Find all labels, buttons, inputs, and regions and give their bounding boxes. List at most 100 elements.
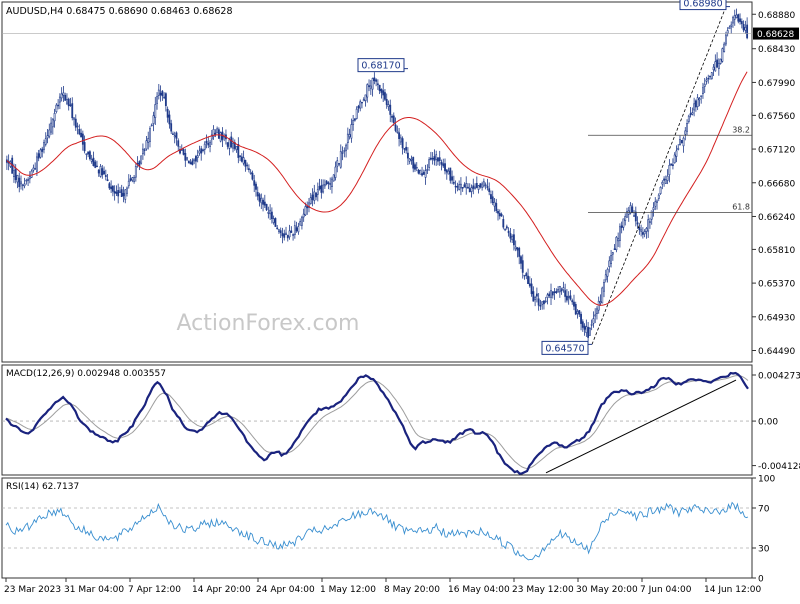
candle-body	[456, 186, 459, 188]
candle-body	[401, 138, 404, 149]
candle-body	[232, 143, 234, 149]
candle-body	[490, 194, 492, 200]
candle-body	[491, 196, 494, 203]
candle-body	[664, 179, 667, 184]
candle-body	[30, 170, 33, 178]
candle-body	[230, 136, 233, 148]
candle-body	[92, 157, 95, 166]
price-tick-label: 0.67990	[758, 79, 795, 89]
candle-body	[154, 104, 157, 118]
candle-body	[512, 234, 515, 246]
candle-body	[730, 24, 733, 27]
candle-body	[269, 209, 272, 215]
candle-body	[714, 61, 717, 72]
candle-body	[606, 268, 609, 277]
candle-body	[260, 197, 263, 204]
rsi-tick-label: 70	[758, 505, 770, 515]
candle-body	[435, 154, 438, 160]
candle-body	[80, 132, 83, 138]
candle-body	[509, 233, 512, 239]
candle-body	[686, 123, 688, 132]
candle-body	[740, 21, 743, 25]
candle-body	[170, 123, 173, 132]
time-tick-label: 1 May 12:00	[320, 585, 376, 595]
candle-body	[217, 129, 220, 139]
candle-body	[175, 132, 178, 139]
candle-body	[548, 293, 551, 297]
candle-body	[202, 149, 204, 151]
candle-body	[64, 95, 67, 101]
candle-body	[679, 139, 681, 145]
candle-body	[387, 104, 390, 107]
candle-body	[108, 183, 111, 189]
price-layer: 38.2 61.8	[2, 6, 752, 345]
candle-body	[440, 161, 443, 165]
candle-body	[412, 157, 415, 169]
candle-body	[638, 227, 641, 231]
swing-trend-dashed	[591, 6, 727, 345]
candle-body	[498, 212, 501, 217]
candle-body	[382, 90, 385, 96]
candle-body	[414, 164, 416, 170]
candle-body	[652, 207, 655, 211]
candle-body	[571, 300, 574, 303]
candle-body	[368, 85, 370, 87]
swing-label: 0.64570	[545, 343, 584, 354]
candle-body	[286, 235, 289, 239]
candle-body	[214, 132, 217, 135]
candle-body	[318, 185, 321, 190]
candle-body	[398, 132, 401, 140]
rsi-tick-label: 30	[758, 545, 770, 555]
candle-body	[698, 98, 701, 101]
candle-body	[161, 90, 164, 97]
candle-body	[663, 178, 666, 181]
candle-body	[168, 114, 171, 125]
candle-body	[396, 130, 399, 133]
candle-body	[618, 226, 621, 241]
candle-body	[617, 238, 620, 242]
candle-body	[253, 180, 256, 186]
candle-body	[28, 176, 31, 180]
time-tick-label: 14 Apr 20:00	[192, 585, 251, 595]
macd-tick-label: 0.004273	[758, 371, 800, 381]
watermark: ActionForex.com	[177, 311, 360, 336]
candle-body	[666, 175, 669, 181]
candle-body	[415, 167, 418, 169]
candle-body	[200, 148, 203, 154]
candle-body	[320, 185, 323, 193]
candle-body	[369, 85, 372, 89]
candle-body	[300, 216, 303, 226]
candle-body	[737, 14, 740, 22]
candle-body	[631, 206, 634, 214]
candle-body	[732, 17, 734, 24]
candle-body	[309, 197, 312, 204]
candle-body	[164, 93, 167, 107]
time-tick-label: 24 Apr 04:00	[256, 585, 315, 595]
candle-body	[76, 125, 79, 128]
candle-body	[636, 222, 639, 225]
candle-body	[640, 229, 643, 232]
candle-body	[656, 200, 658, 203]
candle-body	[21, 184, 24, 187]
candle-body	[560, 289, 563, 292]
candle-body	[62, 92, 65, 96]
candle-body	[530, 283, 533, 295]
candle-body	[537, 298, 540, 306]
price-tick-label: 0.66240	[758, 213, 795, 223]
candle-body	[647, 219, 650, 232]
candle-body	[422, 172, 425, 175]
candle-body	[371, 78, 374, 90]
candle-body	[129, 178, 132, 181]
candle-body	[46, 135, 49, 139]
candle-body	[299, 221, 302, 226]
candle-body	[67, 98, 70, 107]
candle-body	[251, 172, 254, 180]
candle-body	[134, 166, 137, 178]
price-header: AUDUSD,H4 0.68475 0.68690 0.68463 0.6862…	[6, 6, 233, 17]
candle-body	[205, 140, 208, 144]
macd-title: MACD(12,26,9) 0.002948 0.003557	[6, 369, 166, 379]
candle-body	[410, 158, 413, 161]
time-tick-label: 7 Apr 12:00	[128, 585, 181, 595]
candle-body	[712, 66, 715, 71]
candle-body	[166, 108, 169, 118]
